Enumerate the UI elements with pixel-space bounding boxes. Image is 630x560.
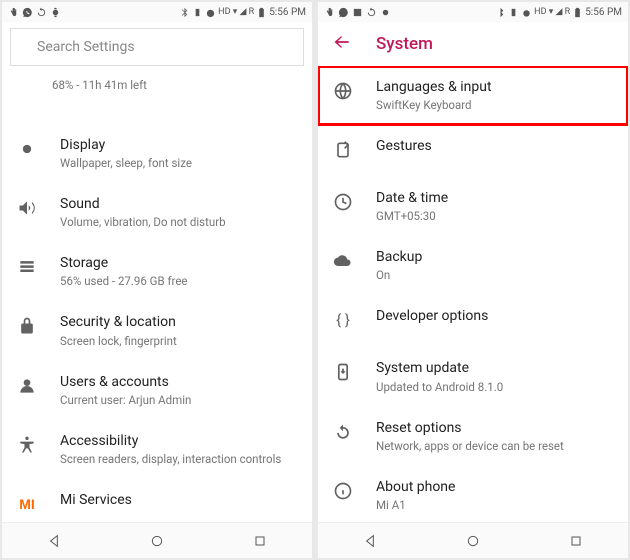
battery-sub: 68% - 11h 41m left — [52, 78, 298, 93]
vibrate-icon — [508, 7, 519, 18]
vibrate-icon — [192, 7, 203, 18]
info-icon — [332, 480, 354, 502]
battery-icon — [572, 7, 583, 18]
nav-recent-icon[interactable] — [568, 533, 584, 549]
sync-icon — [366, 7, 377, 18]
users-icon — [16, 375, 38, 397]
lock-icon — [16, 315, 38, 337]
clock: 5:56 PM — [585, 7, 622, 18]
whatsapp-icon — [22, 7, 33, 18]
bluetooth-icon — [495, 7, 506, 18]
row-sound[interactable]: SoundVolume, vibration, Do not disturb — [2, 183, 312, 242]
row-accessibility[interactable]: AccessibilityScreen readers, display, in… — [2, 420, 312, 479]
sound-icon — [16, 197, 38, 219]
row-gestures[interactable]: Gestures — [318, 125, 628, 177]
navbar — [318, 522, 628, 558]
watch-icon — [380, 7, 391, 18]
nav-back-icon[interactable] — [362, 533, 378, 549]
accessibility-icon — [16, 434, 38, 456]
row-languages[interactable]: Languages & inputSwiftKey Keyboard — [318, 66, 628, 125]
reset-icon — [332, 421, 354, 443]
nav-home-icon[interactable] — [149, 533, 165, 549]
hand-icon — [324, 7, 335, 18]
nav-back-icon[interactable] — [46, 533, 62, 549]
braces-icon: { } — [332, 309, 354, 331]
statusbar: HD ▾ ◢ R 5:56 PM — [2, 2, 312, 22]
row-security[interactable]: Security & locationScreen lock, fingerpr… — [2, 301, 312, 360]
update-icon — [332, 361, 354, 383]
mi-icon: MI — [16, 493, 38, 515]
sync-icon — [36, 7, 47, 18]
row-display[interactable]: DisplayWallpaper, sleep, font size — [2, 124, 312, 183]
header: System — [318, 22, 628, 66]
system-list: Languages & inputSwiftKey Keyboard Gestu… — [318, 66, 628, 522]
nav-home-icon[interactable] — [465, 533, 481, 549]
search-input[interactable] — [37, 39, 291, 55]
navbar — [2, 522, 312, 558]
clock-icon — [332, 191, 354, 213]
display-icon — [16, 138, 38, 160]
statusbar: HD ▾ ◢ R 5:56 PM — [318, 2, 628, 22]
row-about[interactable]: About phoneMi A1 — [318, 466, 628, 522]
row-developer[interactable]: { } Developer options — [318, 295, 628, 347]
phone-left: HD ▾ ◢ R 5:56 PM 68% - 11h 41m left Disp… — [2, 2, 312, 558]
row-datetime[interactable]: Date & timeGMT+05:30 — [318, 177, 628, 236]
row-users[interactable]: Users & accountsCurrent user: Arjun Admi… — [2, 361, 312, 420]
row-backup[interactable]: BackupOn — [318, 236, 628, 295]
storage-icon — [16, 256, 38, 278]
search-bar[interactable] — [10, 28, 304, 66]
row-mi[interactable]: MI Mi Services — [2, 479, 312, 522]
back-icon[interactable] — [332, 32, 352, 56]
row-storage[interactable]: Storage56% used - 27.96 GB free — [2, 242, 312, 301]
status-extra: HD ▾ ◢ R — [534, 7, 570, 17]
page-title: System — [376, 34, 433, 54]
globe-icon — [332, 80, 354, 102]
row-reset[interactable]: Reset optionsNetwork, apps or device can… — [318, 407, 628, 466]
alarm-icon — [205, 7, 216, 18]
hand-icon — [8, 7, 19, 18]
watch-icon — [50, 7, 61, 18]
row-update[interactable]: System updateUpdated to Android 8.1.0 — [318, 347, 628, 406]
settings-list: 68% - 11h 41m left DisplayWallpaper, sle… — [2, 72, 312, 522]
gestures-icon — [332, 139, 354, 161]
battery-icon — [256, 7, 267, 18]
nav-recent-icon[interactable] — [252, 533, 268, 549]
clock: 5:56 PM — [269, 7, 306, 18]
status-extra: HD ▾ ◢ R — [218, 7, 254, 17]
image-icon — [352, 7, 363, 18]
alarm-icon — [521, 7, 532, 18]
row-battery-sub[interactable]: 68% - 11h 41m left — [2, 72, 312, 124]
whatsapp-icon — [338, 7, 349, 18]
cloud-icon — [332, 250, 354, 272]
bluetooth-icon — [179, 7, 190, 18]
phone-right: HD ▾ ◢ R 5:56 PM System Languages & inpu… — [318, 2, 628, 558]
